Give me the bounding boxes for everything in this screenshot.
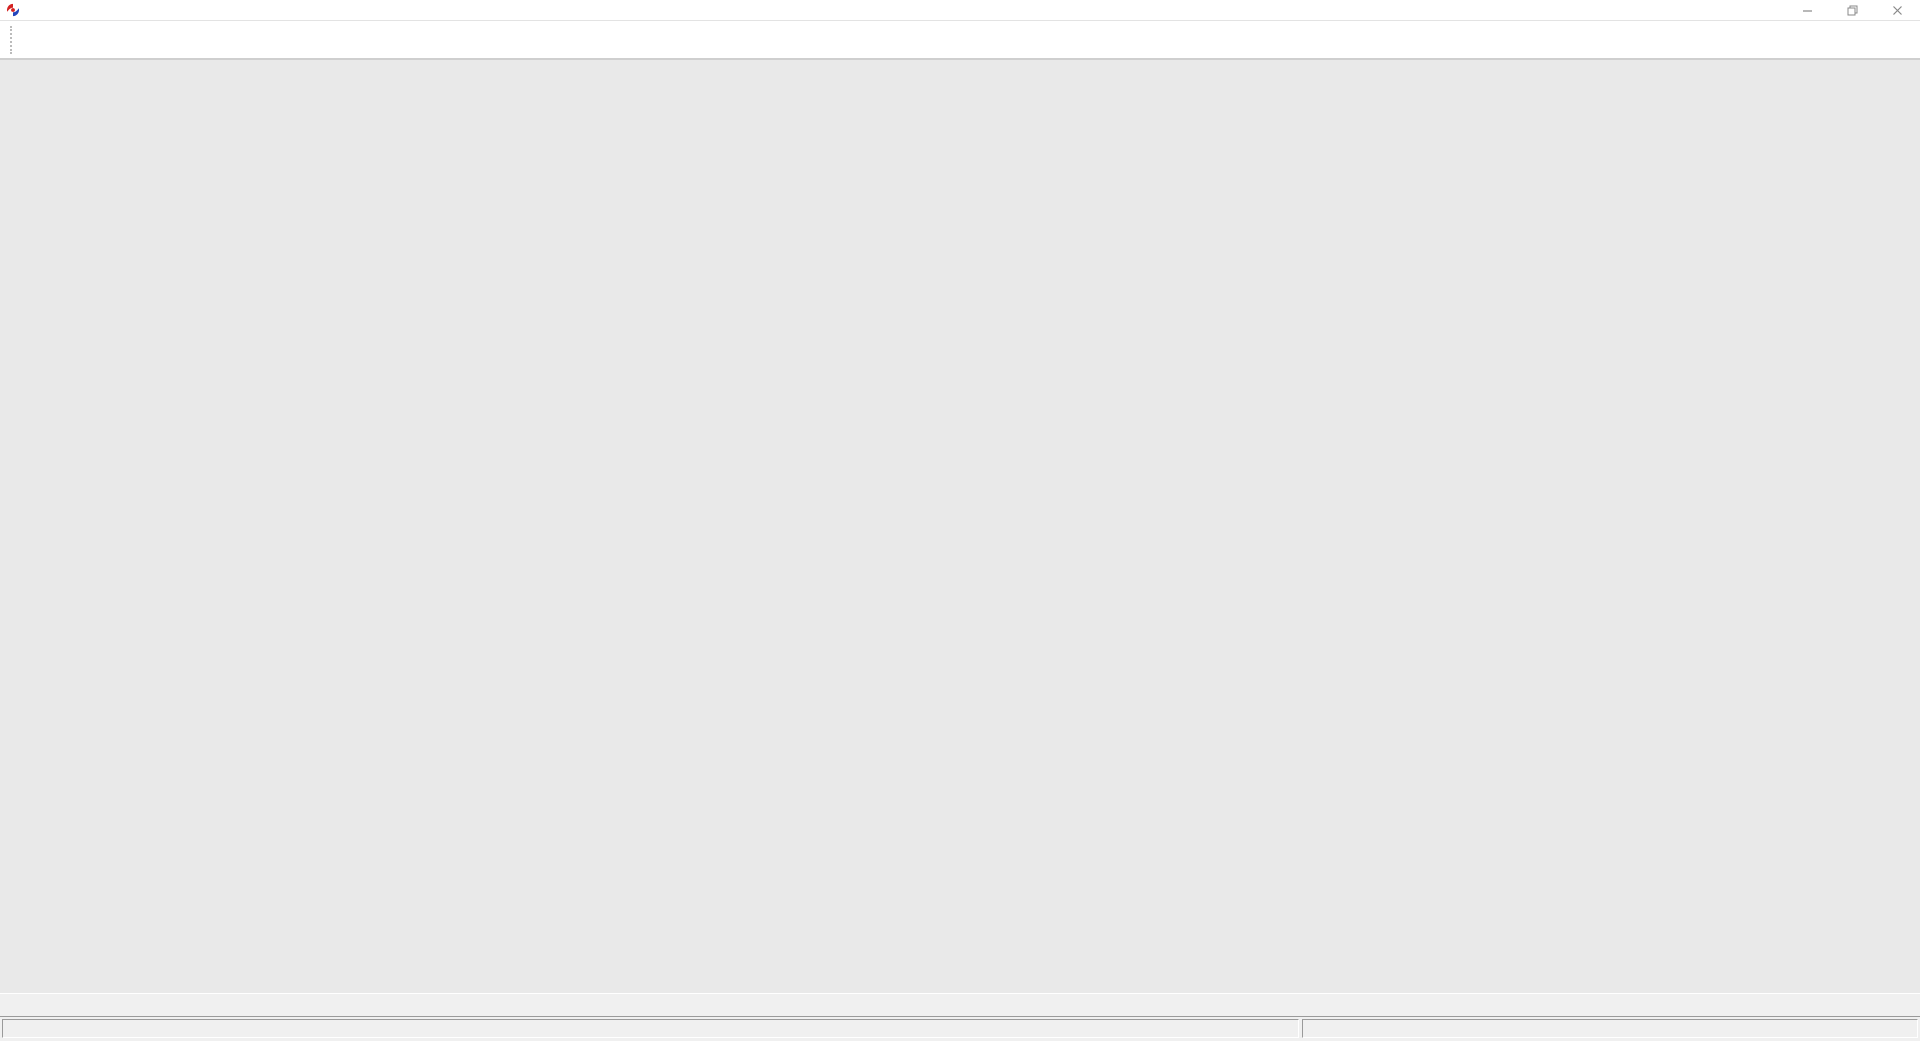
title-bar [0,0,1920,21]
tab-strip [0,993,1920,1017]
statusbar-info-panel [1302,1019,1918,1038]
statusbar-left-panel [2,1019,1299,1038]
toolbar-grip[interactable] [10,26,15,54]
restore-button[interactable] [1830,0,1875,20]
status-bar [0,1017,1920,1041]
app-logo-icon [6,3,20,17]
close-button[interactable] [1875,0,1920,20]
main-area [0,60,1920,993]
app-window [0,0,1920,1041]
minimize-button[interactable] [1785,0,1830,20]
toolbar [0,21,1920,60]
